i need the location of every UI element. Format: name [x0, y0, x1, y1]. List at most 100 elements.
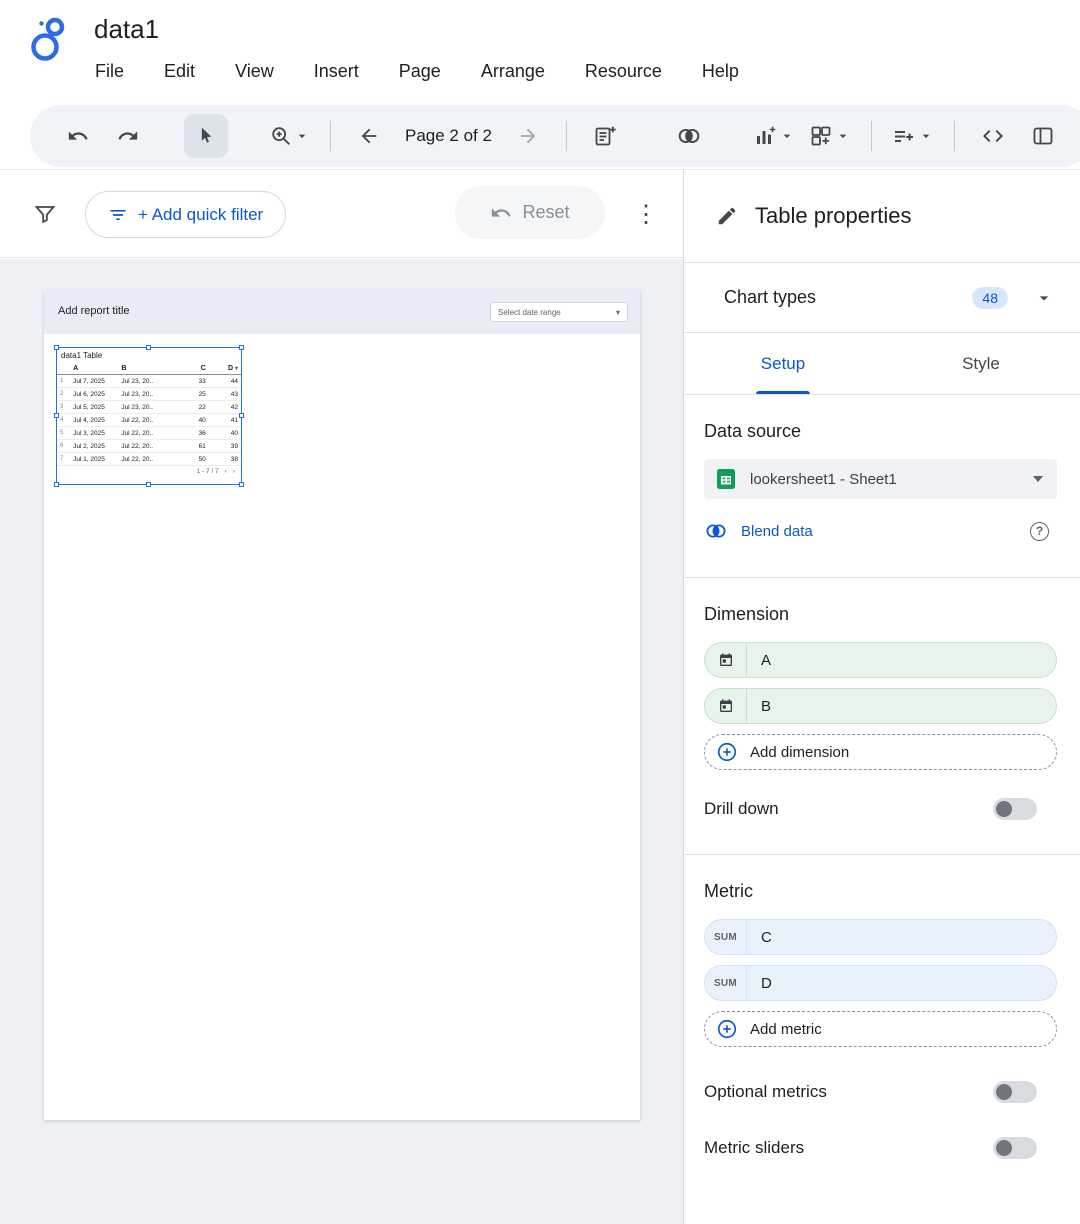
plus-circle-icon — [716, 741, 738, 763]
metric-chip-c[interactable]: SUM C — [704, 919, 1057, 955]
page-back-button[interactable] — [347, 114, 391, 158]
document-title[interactable]: data1 — [94, 14, 159, 45]
menu-page[interactable]: Page — [396, 59, 444, 84]
funnel-icon — [33, 202, 57, 226]
chart-types-count-badge: 48 — [972, 287, 1008, 309]
column-header-d[interactable]: D ▾ — [209, 362, 241, 375]
table-pagination: 1 - 7 / 7 ‹ › — [57, 466, 241, 477]
add-metric-button[interactable]: Add metric — [704, 1011, 1057, 1047]
table-chart[interactable]: data1 Table A B C D ▾ 1 Jul 7, 2025 — [56, 347, 242, 485]
table-row: 7 Jul 1, 2025 Jul 22, 20.. 50 38 — [57, 453, 241, 466]
add-quick-filter-button[interactable]: + Add quick filter — [85, 191, 286, 238]
calendar-icon — [705, 689, 747, 723]
pagination-range: 1 - 7 / 7 — [197, 468, 219, 475]
blend-data-link[interactable]: Blend data — [741, 523, 813, 540]
optional-metrics-toggle[interactable] — [993, 1081, 1037, 1103]
chevron-down-icon — [779, 128, 795, 144]
data-source-selector[interactable]: lookersheet1 - Sheet1 — [704, 459, 1057, 499]
zoom-tool-button[interactable] — [266, 114, 314, 158]
data-source-name: lookersheet1 - Sheet1 — [750, 471, 1021, 488]
drill-down-toggle[interactable] — [993, 798, 1037, 820]
metric-chip-d[interactable]: SUM D — [704, 965, 1057, 1001]
menu-view[interactable]: View — [232, 59, 277, 84]
metric-sliders-label: Metric sliders — [704, 1138, 804, 1158]
report-page[interactable]: Add report title Select date range ▾ dat… — [44, 290, 640, 1120]
dimension-section: Dimension A B Add dimension Drill down — [684, 578, 1080, 855]
add-dimension-button[interactable]: Add dimension — [704, 734, 1057, 770]
report-title-placeholder[interactable]: Add report title — [58, 305, 130, 317]
aggregation-badge: SUM — [705, 966, 747, 1000]
aggregation-badge: SUM — [705, 920, 747, 954]
tab-setup[interactable]: Setup — [684, 333, 882, 394]
reset-button[interactable]: Reset — [455, 186, 605, 239]
toolbar-divider — [954, 121, 955, 151]
selection-handle[interactable] — [54, 413, 59, 418]
selection-handle[interactable] — [146, 482, 151, 487]
selection-handle[interactable] — [239, 482, 244, 487]
metric-heading: Metric — [704, 881, 1057, 902]
add-metric-label: Add metric — [750, 1021, 822, 1038]
tab-style[interactable]: Style — [882, 333, 1080, 394]
add-control-icon — [809, 124, 833, 148]
kebab-icon: ⋮ — [634, 201, 658, 228]
column-header-b[interactable]: B — [118, 362, 176, 375]
report-canvas[interactable]: Add report title Select date range ▾ dat… — [0, 259, 683, 1224]
app-header: data1 File Edit View Insert Page Arrange… — [0, 0, 1080, 104]
panel-tabs: Setup Style — [684, 333, 1080, 395]
menu-resource[interactable]: Resource — [582, 59, 665, 84]
select-tool-button[interactable] — [184, 114, 228, 158]
page-forward-button[interactable] — [506, 114, 550, 158]
add-chart-icon — [753, 124, 777, 148]
arrow-right-icon — [517, 125, 539, 147]
chevron-down-icon — [918, 128, 934, 144]
code-icon — [981, 124, 1005, 148]
add-filter-button[interactable] — [888, 114, 938, 158]
more-tools-button[interactable] — [1021, 114, 1065, 158]
table-row: 3 Jul 5, 2025 Jul 23, 20.. 22 42 — [57, 401, 241, 414]
dimension-heading: Dimension — [704, 604, 1057, 625]
menu-arrange[interactable]: Arrange — [478, 59, 548, 84]
more-options-button[interactable]: ⋮ — [630, 194, 662, 234]
reset-undo-icon — [490, 202, 512, 224]
toolbar-divider — [330, 121, 331, 151]
add-control-button[interactable] — [805, 114, 855, 158]
menu-file[interactable]: File — [92, 59, 127, 84]
embed-code-button[interactable] — [971, 114, 1015, 158]
page-indicator[interactable]: Page 2 of 2 — [405, 126, 492, 146]
dimension-chip-b[interactable]: B — [704, 688, 1057, 724]
table-row: 6 Jul 2, 2025 Jul 22, 20.. 61 39 — [57, 440, 241, 453]
metric-sliders-row: Metric sliders — [704, 1137, 1057, 1159]
menu-help[interactable]: Help — [699, 59, 742, 84]
selection-handle[interactable] — [239, 413, 244, 418]
undo-button[interactable] — [56, 114, 100, 158]
add-chart-button[interactable] — [749, 114, 799, 158]
column-header-c[interactable]: C — [177, 362, 209, 375]
data-source-heading: Data source — [704, 421, 1057, 442]
metric-sliders-toggle[interactable] — [993, 1137, 1037, 1159]
menu-insert[interactable]: Insert — [311, 59, 362, 84]
selection-handle[interactable] — [146, 345, 151, 350]
selection-handle[interactable] — [239, 345, 244, 350]
redo-button[interactable] — [106, 114, 150, 158]
blend-icon — [704, 519, 728, 543]
add-page-icon — [593, 124, 617, 148]
selection-handle[interactable] — [54, 345, 59, 350]
page-next-icon[interactable]: › — [233, 468, 235, 475]
arrow-left-icon — [358, 125, 380, 147]
page-prev-icon[interactable]: ‹ — [225, 468, 227, 475]
pencil-icon — [716, 205, 738, 227]
chart-types-selector[interactable]: Chart types 48 — [684, 263, 1080, 333]
date-range-label: Select date range — [498, 308, 561, 317]
menu-edit[interactable]: Edit — [161, 59, 198, 84]
selection-handle[interactable] — [54, 482, 59, 487]
optional-metrics-row: Optional metrics — [704, 1081, 1057, 1103]
table-row: 2 Jul 6, 2025 Jul 23, 20.. 25 43 — [57, 388, 241, 401]
caret-down-icon — [1033, 476, 1043, 482]
column-header-a[interactable]: A — [70, 362, 118, 375]
date-range-control[interactable]: Select date range ▾ — [490, 302, 628, 322]
blend-data-button[interactable] — [667, 114, 711, 158]
help-icon[interactable]: ? — [1030, 522, 1049, 541]
dimension-chip-a[interactable]: A — [704, 642, 1057, 678]
add-page-button[interactable] — [583, 114, 627, 158]
panel-header: Table properties — [684, 170, 1080, 263]
